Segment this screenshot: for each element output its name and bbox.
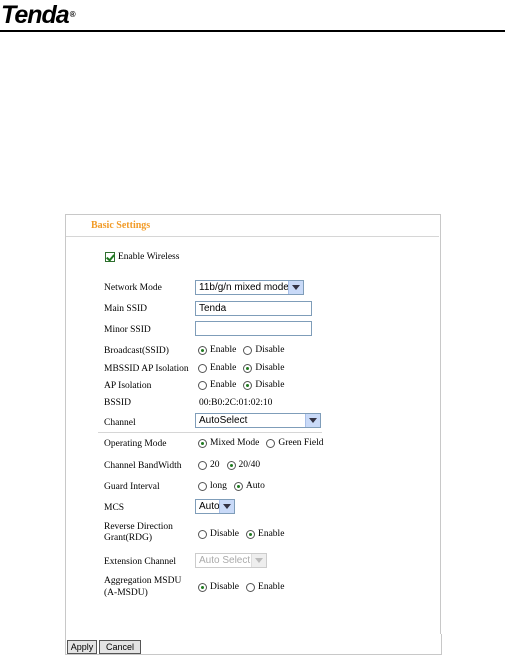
operating-mode-label: Operating Mode [104,439,167,449]
mbssid-enable-radio[interactable] [198,363,207,373]
ap-isolation-disable-label: Disable [255,380,285,390]
enable-wireless-checkbox[interactable] [105,252,115,262]
chevron-down-icon [305,414,320,427]
guard-long-label: long [210,481,227,491]
guard-auto-radio[interactable] [233,481,243,491]
amsdu-enable-radio[interactable] [246,582,256,592]
mcs-label: MCS [104,503,125,513]
guard-auto-label: Auto [245,481,265,491]
minor-ssid-label: Minor SSID [104,325,151,335]
network-mode-label: Network Mode [104,283,162,293]
rdg-disable-radio[interactable] [198,529,207,539]
channel-label: Channel [104,418,136,428]
amsdu-label-line2: (A-MSDU) [104,588,148,598]
extension-channel-value: Auto Select [199,555,251,566]
panel-title: Basic Settings [91,220,151,231]
rdg-disable-label: Disable [210,529,240,539]
main-ssid-input[interactable]: Tenda [195,301,312,316]
broadcast-enable-radio[interactable] [198,345,207,355]
bandwidth-20-radio[interactable] [198,460,207,470]
minor-ssid-input[interactable] [195,321,312,336]
rdg-enable-label: Enable [258,529,285,539]
ap-isolation-label: AP Isolation [104,381,152,391]
ap-isolation-enable-label: Enable [210,380,237,390]
chevron-down-icon [251,554,266,567]
broadcast-disable-radio[interactable] [243,345,253,355]
mbssid-enable-label: Enable [210,363,237,373]
amsdu-radios: Disable Enable [198,582,291,592]
mbssid-radios: Enable Disable [198,363,291,373]
amsdu-enable-label: Enable [258,582,285,592]
ap-isolation-enable-radio[interactable] [198,380,207,390]
broadcast-disable-label: Disable [255,345,285,355]
green-field-radio[interactable] [266,438,276,448]
amsdu-disable-radio[interactable] [198,582,207,592]
guard-interval-label: Guard Interval [104,482,160,492]
logo-text: Tenda [1,1,70,29]
bandwidth-2040-label: 20/40 [238,460,261,470]
broadcast-label: Broadcast(SSID) [104,346,169,356]
tenda-logo: Tenda® [1,0,76,30]
broadcast-radios: Enable Disable [198,345,291,355]
operating-mode-radios: Mixed Mode Green Field [198,438,330,448]
enable-wireless-row: Enable Wireless [105,252,179,262]
mcs-select[interactable]: Auto [195,499,235,514]
cancel-button[interactable]: Cancel [99,640,141,654]
bandwidth-20-label: 20 [210,460,220,470]
bandwidth-label: Channel BandWidth [104,461,182,471]
network-mode-select[interactable]: 11b/g/n mixed mode [195,280,304,295]
main-ssid-label: Main SSID [104,304,148,314]
mbssid-disable-label: Disable [255,363,285,373]
rdg-label-line1: Reverse Direction [104,522,173,532]
network-mode-value: 11b/g/n mixed mode [199,282,289,293]
chevron-down-icon [288,281,303,294]
title-divider [66,236,439,237]
bssid-label: BSSID [104,398,131,408]
extension-channel-select[interactable]: Auto Select [195,553,267,568]
chevron-down-icon [219,500,234,513]
mbssid-label: MBSSID AP Isolation [104,364,189,374]
bssid-value: 00:B0:2C:01:02:10 [199,398,273,408]
channel-select[interactable]: AutoSelect [195,413,321,428]
ap-isolation-radios: Enable Disable [198,380,291,390]
green-field-label: Green Field [278,438,324,448]
mcs-value: Auto [199,501,220,512]
rdg-enable-radio[interactable] [246,529,256,539]
mixed-mode-radio[interactable] [198,438,207,448]
amsdu-label-line1: Aggregation MSDU [104,576,182,586]
mbssid-disable-radio[interactable] [243,363,253,373]
ap-isolation-disable-radio[interactable] [243,380,253,390]
guard-interval-radios: long Auto [198,481,272,491]
channel-value: AutoSelect [199,415,248,426]
section-divider [98,432,322,433]
amsdu-disable-label: Disable [210,582,240,592]
mixed-mode-label: Mixed Mode [210,438,260,448]
bandwidth-2040-radio[interactable] [226,460,236,470]
broadcast-enable-label: Enable [210,345,237,355]
guard-long-radio[interactable] [198,481,207,491]
apply-button[interactable]: Apply [67,640,97,654]
rdg-label-line2: Grant(RDG) [104,533,153,543]
bandwidth-radios: 20 20/40 [198,460,267,470]
extension-channel-label: Extension Channel [104,557,177,567]
rdg-radios: Disable Enable [198,529,291,539]
registered-mark: ® [69,10,76,19]
enable-wireless-label: Enable Wireless [118,252,180,262]
header-divider [0,30,505,32]
